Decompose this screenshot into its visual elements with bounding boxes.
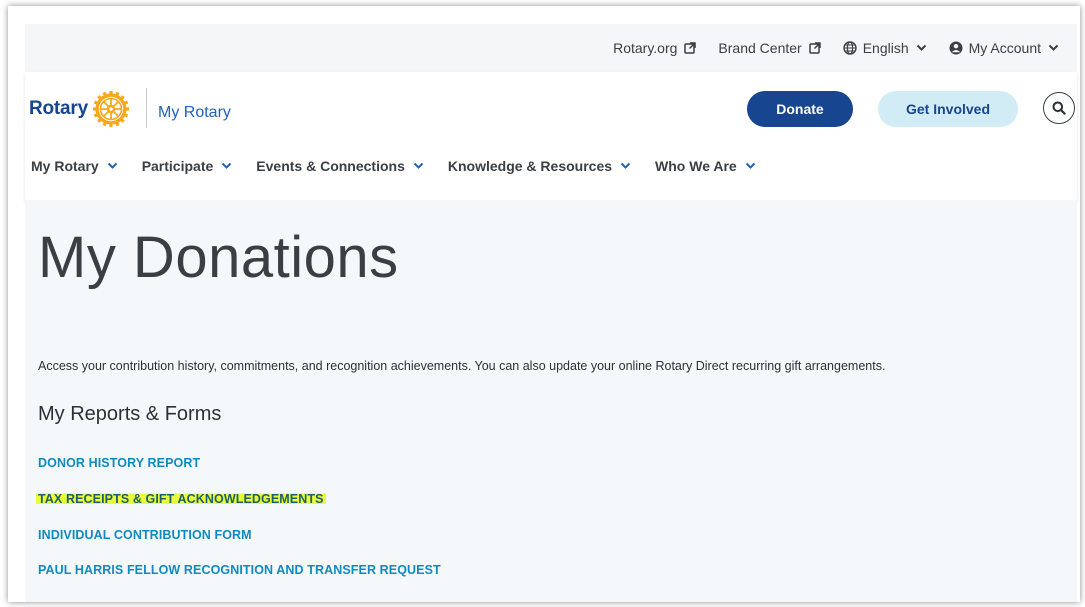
brand-center-label: Brand Center	[718, 40, 802, 56]
donate-button[interactable]: Donate	[747, 91, 853, 127]
chevron-down-icon	[107, 162, 117, 169]
account-label: My Account	[968, 40, 1041, 56]
search-icon	[1052, 101, 1066, 115]
chevron-down-icon	[745, 162, 755, 169]
nav-item-events-connections[interactable]: Events & Connections	[256, 158, 424, 174]
nav-item-label: Events & Connections	[256, 158, 405, 174]
nav-item-label: Participate	[141, 158, 214, 174]
nav-item-label: Knowledge & Resources	[447, 158, 613, 174]
nav-item-my-rotary[interactable]: My Rotary	[31, 158, 118, 174]
chevron-down-icon	[620, 162, 631, 169]
globe-icon	[843, 41, 857, 55]
rotary-org-link[interactable]: Rotary.org	[613, 40, 697, 56]
get-involved-button[interactable]: Get Involved	[878, 91, 1018, 127]
chevron-down-icon	[916, 44, 926, 51]
tax-receipts-link[interactable]: TAX RECEIPTS & GIFT ACKNOWLEDGEMENTS	[36, 492, 326, 506]
chevron-down-icon	[222, 162, 232, 169]
section-title: My Reports & Forms	[38, 403, 222, 425]
nav-item-who-we-are[interactable]: Who We Are	[655, 158, 756, 174]
account-menu[interactable]: My Account	[949, 40, 1059, 56]
brand-center-link[interactable]: Brand Center	[718, 40, 821, 56]
paul-harris-fellow-link[interactable]: PAUL HARRIS FELLOW RECOGNITION AND TRANS…	[38, 563, 441, 577]
chevron-down-icon	[413, 162, 424, 169]
donor-history-report-link[interactable]: DONOR HISTORY REPORT	[38, 456, 200, 470]
intro-text: Access your contribution history, commit…	[38, 359, 886, 373]
site-header: Rotary My Rotary Donate Get Involved My …	[25, 72, 1077, 200]
nav-item-participate[interactable]: Participate	[142, 158, 233, 174]
site-title-link[interactable]: My Rotary	[158, 104, 231, 122]
language-label: English	[862, 40, 909, 56]
logo-wordmark: Rotary	[29, 98, 88, 119]
user-circle-icon	[949, 41, 963, 55]
external-link-icon	[808, 42, 821, 54]
rotary-logo[interactable]: Rotary	[29, 90, 130, 128]
main-nav: My Rotary Participate Events & Connectio…	[31, 158, 780, 174]
nav-item-knowledge-resources[interactable]: Knowledge & Resources	[448, 158, 631, 174]
nav-item-label: Who We Are	[655, 158, 737, 174]
page-title: My Donations	[38, 225, 399, 290]
nav-item-label: My Rotary	[31, 158, 99, 174]
logo-divider	[146, 88, 147, 128]
language-selector[interactable]: English	[843, 40, 927, 56]
rotary-org-label: Rotary.org	[613, 40, 678, 56]
chevron-down-icon	[1048, 44, 1059, 51]
individual-contribution-form-link[interactable]: INDIVIDUAL CONTRIBUTION FORM	[38, 528, 252, 542]
browser-frame: Rotary.org Brand Center English My Accou…	[8, 6, 1080, 602]
highlighted-link-text: TAX RECEIPTS & GIFT ACKNOWLEDGEMENTS	[36, 492, 326, 506]
rotary-wheel-icon	[92, 91, 129, 127]
search-button[interactable]	[1043, 92, 1075, 124]
external-link-icon	[684, 42, 697, 54]
main-content: My Donations Access your contribution hi…	[25, 200, 1077, 602]
utility-bar: Rotary.org Brand Center English My Accou…	[25, 24, 1077, 72]
